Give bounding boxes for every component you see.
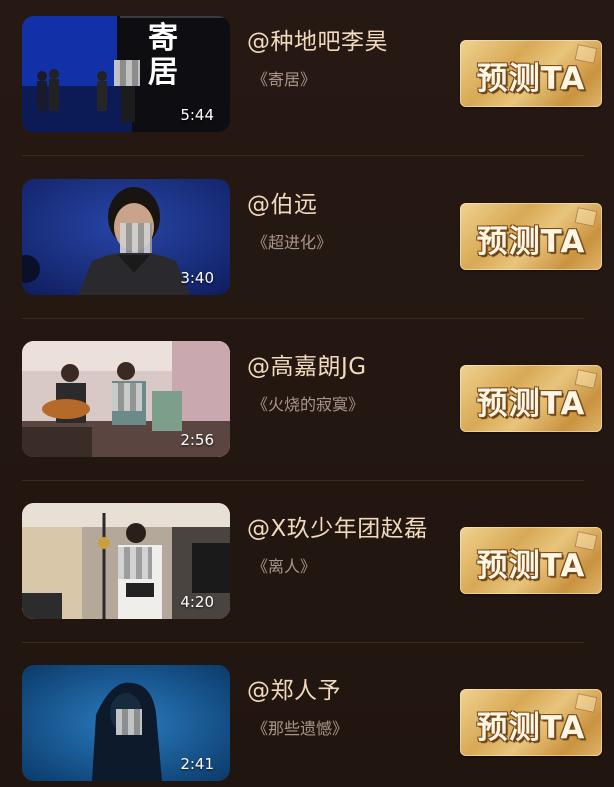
predict-button[interactable]: 预测TA bbox=[460, 689, 602, 756]
predict-button[interactable]: 预测TA bbox=[460, 365, 602, 432]
video-list: 寄居 5:44 @种地吧李昊 《寄居》 预测TA 3:40 @伯远 《超进化》 … bbox=[0, 0, 614, 787]
song-title: 《超进化》 bbox=[252, 233, 333, 252]
censor-mosaic bbox=[114, 60, 140, 86]
video-thumbnail[interactable]: 3:40 bbox=[22, 179, 230, 295]
list-item[interactable]: 3:40 @伯远 《超进化》 预测TA bbox=[0, 163, 614, 325]
censor-mosaic bbox=[118, 547, 152, 579]
divider bbox=[22, 642, 584, 643]
censor-mosaic bbox=[116, 709, 142, 735]
predict-button[interactable]: 预测TA bbox=[460, 527, 602, 594]
censor-mosaic bbox=[120, 223, 152, 253]
song-title: 《离人》 bbox=[252, 557, 317, 576]
author-name[interactable]: @郑人予 bbox=[247, 671, 341, 705]
poster-title: 寄居 bbox=[148, 21, 178, 90]
author-name[interactable]: @高嘉朗JG bbox=[247, 347, 367, 381]
list-item[interactable]: 2:41 @郑人予 《那些遗憾》 预测TA bbox=[0, 649, 614, 787]
video-thumbnail[interactable]: 2:56 bbox=[22, 341, 230, 457]
duration-label: 3:40 bbox=[180, 269, 214, 287]
divider bbox=[22, 318, 584, 319]
author-name[interactable]: @种地吧李昊 bbox=[247, 22, 388, 56]
duration-label: 4:20 bbox=[180, 593, 214, 611]
video-thumbnail[interactable]: 4:20 bbox=[22, 503, 230, 619]
song-title: 《寄居》 bbox=[252, 70, 317, 89]
video-thumbnail[interactable]: 2:41 bbox=[22, 665, 230, 781]
censor-mosaic bbox=[112, 383, 142, 411]
duration-label: 2:41 bbox=[180, 755, 214, 773]
list-item[interactable]: 2:56 @高嘉朗JG 《火烧的寂寞》 预测TA bbox=[0, 325, 614, 487]
divider bbox=[22, 480, 584, 481]
predict-button[interactable]: 预测TA bbox=[460, 40, 602, 107]
duration-label: 5:44 bbox=[180, 106, 214, 124]
predict-button[interactable]: 预测TA bbox=[460, 203, 602, 270]
song-title: 《那些遗憾》 bbox=[252, 719, 349, 738]
divider bbox=[22, 155, 584, 156]
duration-label: 2:56 bbox=[180, 431, 214, 449]
list-item[interactable]: 4:20 @X玖少年团赵磊 《离人》 预测TA bbox=[0, 487, 614, 649]
author-name[interactable]: @伯远 bbox=[247, 185, 318, 219]
song-title: 《火烧的寂寞》 bbox=[252, 395, 365, 414]
video-thumbnail[interactable]: 寄居 5:44 bbox=[22, 16, 230, 132]
author-name[interactable]: @X玖少年团赵磊 bbox=[247, 509, 428, 543]
list-item[interactable]: 寄居 5:44 @种地吧李昊 《寄居》 预测TA bbox=[0, 0, 614, 162]
